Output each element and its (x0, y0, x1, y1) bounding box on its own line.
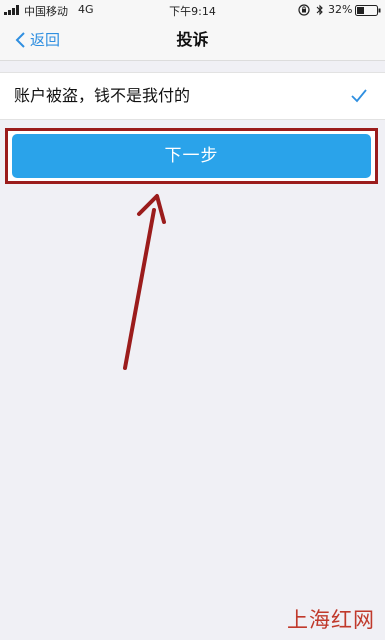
checkmark-icon (351, 89, 367, 103)
page-title: 投诉 (176, 30, 209, 49)
complaint-option-label: 账户被盗，钱不是我付的 (14, 86, 191, 105)
bluetooth-icon (316, 4, 323, 16)
next-step-button[interactable]: 下一步 (12, 134, 371, 178)
watermark-logo: 上海红网 (287, 608, 375, 632)
battery-percent: 32% (328, 3, 353, 16)
navigation-bar: 返回 投诉 (0, 20, 385, 61)
status-bar: 中国移动 4G 下午9:14 32% (0, 0, 385, 20)
complaint-option-row[interactable]: 账户被盗，钱不是我付的 (0, 72, 385, 120)
battery-icon (355, 5, 381, 16)
rotation-lock-icon (298, 4, 310, 16)
